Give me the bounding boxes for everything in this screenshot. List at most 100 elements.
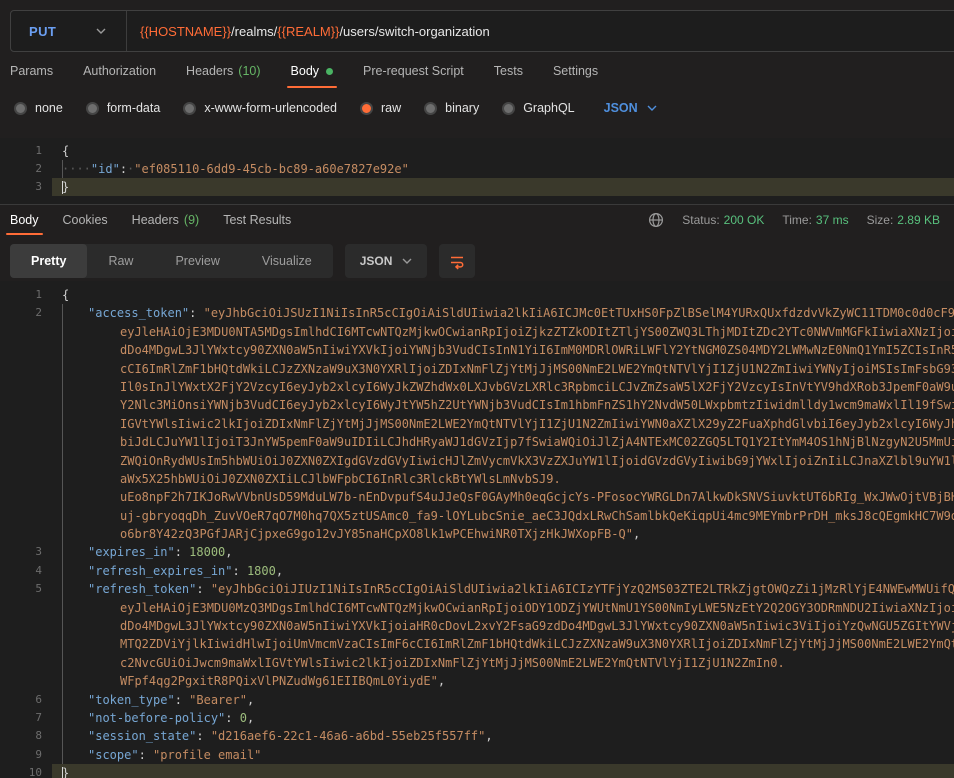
view-preview[interactable]: Preview — [154, 244, 240, 278]
code-line: MTQ2ZDViYjlkIiwidHlwIjoiUmVmcmVzaCIsImF6… — [0, 635, 954, 653]
line-number: 4 — [0, 562, 52, 580]
line-number — [0, 396, 52, 414]
response-tab-headers[interactable]: Headers(9) — [132, 205, 200, 235]
line-number — [0, 415, 52, 433]
mode-x-www-form-urlencoded[interactable]: x-www-form-urlencoded — [183, 101, 337, 115]
view-pretty[interactable]: Pretty — [10, 244, 87, 278]
code-line: aWx5X25hbWUiOiJ0ZXN0ZXIiLCJlbWFpbCI6InRl… — [0, 470, 954, 488]
line-number: 2 — [0, 160, 52, 178]
line-number: 1 — [0, 286, 52, 304]
indent-guide — [62, 160, 63, 178]
line-number — [0, 525, 52, 543]
line-number: 10 — [0, 764, 52, 778]
line-number — [0, 507, 52, 525]
globe-icon[interactable] — [648, 212, 664, 228]
response-format-select[interactable]: JSON — [345, 244, 428, 278]
code-line: c2NvcGUiOiJwcm9maWxlIGVtYWlsIiwic2lkIjoi… — [0, 654, 954, 672]
url-variable: {{HOSTNAME}} — [140, 24, 231, 39]
url-path: /users/switch-organization — [339, 24, 489, 39]
response-view-toolbar: Pretty Raw Preview Visualize JSON — [10, 244, 944, 278]
mode-form-data[interactable]: form-data — [86, 101, 161, 115]
tab-pre-request-script[interactable]: Pre-request Script — [363, 52, 464, 90]
line-number — [0, 488, 52, 506]
line-number: 8 — [0, 727, 52, 745]
code-line: uEo8npF2h7IKJoRwVVbnUsD59MduLW7b-nEnDvpu… — [0, 488, 954, 506]
url-path: /realms/ — [231, 24, 277, 39]
wrap-text-button[interactable] — [439, 244, 475, 278]
response-tab-cookies[interactable]: Cookies — [63, 205, 108, 235]
raw-language-select[interactable]: JSON — [604, 101, 657, 115]
code-line: dDo4MDgwL3JlYWxtcy90ZXN0aW5nIiwiYXVkIjoi… — [0, 341, 954, 359]
mode-raw[interactable]: raw — [360, 101, 401, 115]
tab-headers[interactable]: Headers(10) — [186, 52, 260, 90]
url-variable: {{REALM}} — [277, 24, 339, 39]
code-line: 1{ — [0, 286, 954, 304]
code-line: 3} — [0, 178, 954, 196]
request-tabs: Params Authorization Headers(10) Body Pr… — [0, 52, 954, 90]
response-headers-count-badge: (9) — [184, 213, 199, 227]
response-meta: Status:200 OK Time:37 ms Size:2.89 KB — [648, 212, 940, 228]
tab-params[interactable]: Params — [10, 52, 53, 90]
code-line: eyJleHAiOjE3MDU0NTA5MDgsImlhdCI6MTcwNTQz… — [0, 323, 954, 341]
line-number — [0, 433, 52, 451]
mode-graphql[interactable]: GraphQL — [502, 101, 574, 115]
code-line: 6"token_type": "Bearer", — [0, 691, 954, 709]
method-select[interactable]: PUT — [11, 11, 126, 51]
tab-settings[interactable]: Settings — [553, 52, 598, 90]
line-number — [0, 617, 52, 635]
code-line: 5"refresh_token": "eyJhbGciOiJIUzI1NiIsI… — [0, 580, 954, 598]
time-badge: Time:37 ms — [782, 213, 848, 227]
tab-body[interactable]: Body — [291, 52, 334, 90]
tab-tests[interactable]: Tests — [494, 52, 523, 90]
code-line: o6br8Y42zQ3PGfJARjCjpxeG9go12vJY85naHCpX… — [0, 525, 954, 543]
url-input[interactable]: {{HOSTNAME}}/realms/{{REALM}}/users/swit… — [127, 24, 954, 39]
status-badge: Status:200 OK — [682, 213, 764, 227]
code-line: biJdLCJuYW1lIjoiT3JnYW5pemF0aW9uIDIiLCJh… — [0, 433, 954, 451]
code-line: uj-gbryoqqDh_ZuvVOeR7qO7M0hq7QX5ztUSAmc0… — [0, 507, 954, 525]
code-line: 7"not-before-policy": 0, — [0, 709, 954, 727]
body-modified-dot — [326, 68, 333, 75]
code-line: 3"expires_in": 18000, — [0, 543, 954, 561]
line-number: 9 — [0, 746, 52, 764]
code-line: Y2Nlc3MiOnsiYWNjb3VudCI6eyJyb2xlcyI6WyJt… — [0, 396, 954, 414]
response-tab-test-results[interactable]: Test Results — [223, 205, 291, 235]
line-number — [0, 341, 52, 359]
chevron-down-icon — [402, 258, 412, 264]
code-line: ZWQiOnRydWUsIm5hbWUiOiJ0ZXN0ZXIgdGVzdGVy… — [0, 452, 954, 470]
line-number — [0, 452, 52, 470]
mode-none[interactable]: none — [14, 101, 63, 115]
line-number — [0, 323, 52, 341]
body-mode-row: none form-data x-www-form-urlencoded raw… — [0, 90, 954, 126]
line-number — [0, 360, 52, 378]
response-tab-body[interactable]: Body — [10, 205, 39, 235]
code-line: dDo4MDgwL3JlYWxtcy90ZXN0aW5nIiwiYXVkIjoi… — [0, 617, 954, 635]
view-raw[interactable]: Raw — [87, 244, 154, 278]
code-line: cCI6ImRlZmF1bHQtdWkiLCJzZXNzaW9uX3N0YXRl… — [0, 360, 954, 378]
response-header: Body Cookies Headers(9) Test Results Sta… — [0, 205, 954, 235]
line-number: 5 — [0, 580, 52, 598]
radio-icon — [86, 102, 99, 115]
line-number — [0, 672, 52, 690]
view-visualize[interactable]: Visualize — [241, 244, 333, 278]
mode-binary[interactable]: binary — [424, 101, 479, 115]
method-label: PUT — [29, 24, 56, 39]
line-number — [0, 470, 52, 488]
line-number — [0, 599, 52, 617]
code-line: 10} — [0, 764, 954, 778]
tab-authorization[interactable]: Authorization — [83, 52, 156, 90]
view-segmented-control: Pretty Raw Preview Visualize — [10, 244, 333, 278]
code-line: 1{ — [0, 142, 954, 160]
response-body-editor[interactable]: 1{2"access_token": "eyJhbGciOiJSUzI1NiIs… — [0, 281, 954, 778]
line-number: 2 — [0, 304, 52, 322]
request-body-editor[interactable]: 1{2····"id":·"ef085110-6dd9-45cb-bc89-a6… — [0, 138, 954, 204]
code-line: 2"access_token": "eyJhbGciOiJSUzI1NiIsIn… — [0, 304, 954, 322]
radio-icon — [14, 102, 27, 115]
radio-icon — [183, 102, 196, 115]
code-line: WFpf4qg2PgxitR8PQixVlPNZudWg61EIIBQmL0Yi… — [0, 672, 954, 690]
line-number: 7 — [0, 709, 52, 727]
chevron-down-icon — [96, 28, 106, 34]
radio-icon — [424, 102, 437, 115]
code-line: Il0sInJlYWxtX2FjY2VzcyI6eyJyb2xlcyI6WyJk… — [0, 378, 954, 396]
request-url-bar: PUT {{HOSTNAME}}/realms/{{REALM}}/users/… — [10, 10, 954, 52]
line-number: 6 — [0, 691, 52, 709]
